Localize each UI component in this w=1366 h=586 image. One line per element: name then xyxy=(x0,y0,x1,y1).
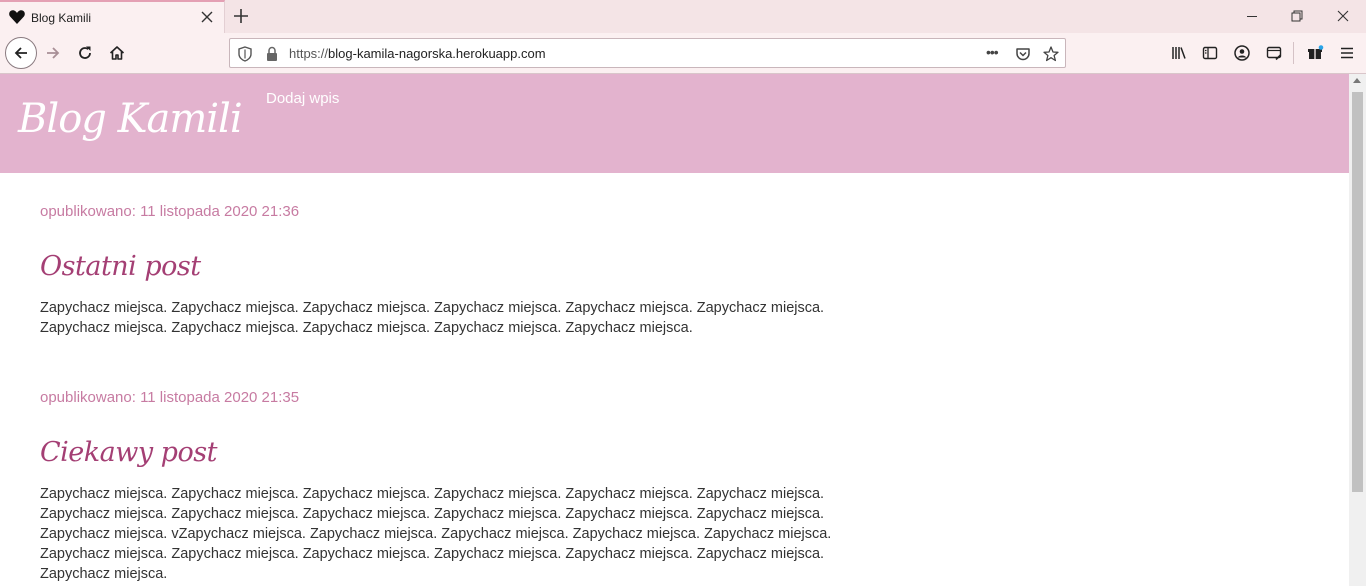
reload-button[interactable] xyxy=(70,38,100,68)
reload-icon xyxy=(79,46,91,59)
post-body-line: Zapychacz miejsca. xyxy=(40,566,168,582)
screenshot-button[interactable] xyxy=(1259,38,1289,68)
post-body-line: Zapychacz miejsca. Zapychacz miejsca. Za… xyxy=(40,506,825,522)
account-button[interactable] xyxy=(1227,38,1257,68)
scrollbar-thumb[interactable] xyxy=(1352,92,1363,492)
tab-strip: Blog Kamili xyxy=(0,0,1366,33)
library-button[interactable] xyxy=(1164,38,1194,68)
post-body-line: Zapychacz miejsca. Zapychacz miejsca. Za… xyxy=(40,320,693,336)
url-scheme: https:// xyxy=(289,46,329,61)
page-actions-menu-icon[interactable]: ••• xyxy=(986,44,999,60)
shield-icon[interactable] xyxy=(236,45,254,63)
post-body-line: Zapychacz miejsca. Zapychacz miejsca. Za… xyxy=(40,546,825,562)
screenshot-icon xyxy=(1266,46,1282,61)
post-body: Zapychacz miejsca. Zapychacz miejsca. Za… xyxy=(40,298,860,338)
sidebar-icon xyxy=(1202,46,1218,60)
post-title[interactable]: Ostatni post xyxy=(40,251,201,282)
lock-icon[interactable] xyxy=(263,45,281,63)
account-icon xyxy=(1234,45,1250,61)
vertical-scrollbar[interactable] xyxy=(1349,74,1366,586)
add-post-link[interactable]: Dodaj wpis xyxy=(266,90,339,107)
post-date: opublikowano: 11 listopada 2020 21:35 xyxy=(40,389,300,406)
blog-title[interactable]: Blog Kamili xyxy=(18,96,243,142)
arrow-right-icon xyxy=(47,47,60,59)
tab-title: Blog Kamili xyxy=(31,11,92,25)
scroll-up-arrow-icon[interactable] xyxy=(1353,78,1361,83)
heart-icon xyxy=(9,10,25,24)
post-date: opublikowano: 11 listopada 2020 21:36 xyxy=(40,203,300,220)
home-icon xyxy=(109,46,125,60)
url-host: blog-kamila-nagorska.herokuapp.com xyxy=(328,46,546,61)
bookmark-star-icon[interactable] xyxy=(1042,45,1060,63)
new-tab-icon[interactable] xyxy=(231,6,251,26)
post-body: Zapychacz miejsca. Zapychacz miejsca. Za… xyxy=(40,484,860,584)
url-text[interactable]: https://blog-kamila-nagorska.herokuapp.c… xyxy=(289,46,546,61)
post-body-line: Zapychacz miejsca. vZapychacz miejsca. Z… xyxy=(40,526,832,542)
post-body-line: Zapychacz miejsca. Zapychacz miejsca. Za… xyxy=(40,300,825,316)
gift-icon xyxy=(1308,45,1324,59)
forward-button[interactable] xyxy=(38,38,68,68)
sidebar-button[interactable] xyxy=(1195,38,1225,68)
tab-blog-kamili[interactable]: Blog Kamili xyxy=(0,0,225,33)
back-button[interactable] xyxy=(5,37,37,69)
pocket-icon[interactable] xyxy=(1014,45,1032,63)
address-bar[interactable]: https://blog-kamila-nagorska.herokuapp.c… xyxy=(229,38,1066,68)
page-viewport: Blog Kamili Dodaj wpis opublikowano: 11 … xyxy=(0,74,1349,586)
close-window-icon[interactable] xyxy=(1335,8,1351,24)
extensions-button[interactable] xyxy=(1300,38,1330,68)
menu-button[interactable] xyxy=(1332,38,1362,68)
restore-icon[interactable] xyxy=(1289,8,1305,24)
navigation-toolbar: https://blog-kamila-nagorska.herokuapp.c… xyxy=(0,33,1366,74)
close-tab-icon[interactable] xyxy=(199,9,215,25)
post-title[interactable]: Ciekawy post xyxy=(40,437,217,468)
home-button[interactable] xyxy=(102,38,132,68)
library-icon xyxy=(1172,47,1186,59)
page-header: Blog Kamili Dodaj wpis xyxy=(0,74,1349,173)
toolbar-separator xyxy=(1293,42,1294,64)
post-body-line: Zapychacz miejsca. Zapychacz miejsca. Za… xyxy=(40,486,825,502)
arrow-left-icon xyxy=(14,47,27,59)
minimize-icon[interactable] xyxy=(1244,8,1260,24)
hamburger-menu-icon xyxy=(1341,47,1353,59)
